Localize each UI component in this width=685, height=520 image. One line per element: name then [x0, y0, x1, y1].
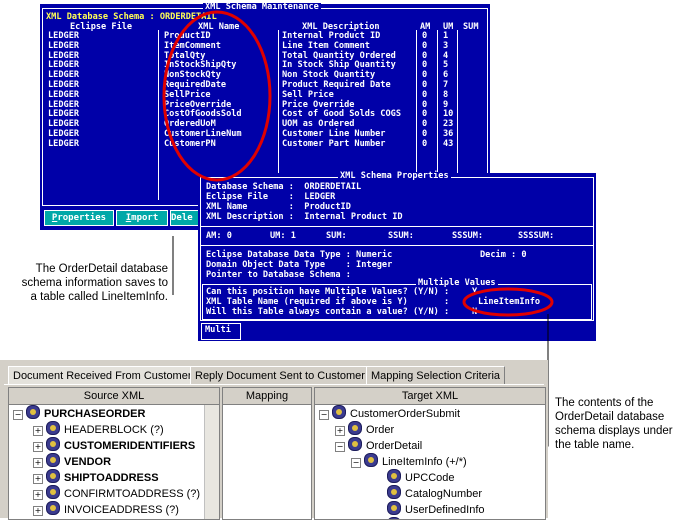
target-tree-node[interactable]: − CustomerOrderSubmit — [319, 405, 460, 421]
expand-toggle-icon[interactable]: + — [33, 442, 43, 452]
expand-toggle-icon[interactable]: − — [319, 410, 329, 420]
xml-node-icon — [348, 421, 362, 435]
xml-node-icon — [364, 453, 378, 467]
target-tree-node[interactable]: UserDefinedInfo — [387, 501, 485, 517]
expand-toggle-icon[interactable]: + — [33, 474, 43, 484]
expand-toggle-icon[interactable]: + — [33, 458, 43, 468]
expand-toggle-icon[interactable]: − — [351, 458, 361, 468]
xml-node-icon — [26, 405, 40, 419]
expand-toggle-icon[interactable]: + — [335, 426, 345, 436]
target-xml-panel[interactable]: Target XML − CustomerOrderSubmit + Order − Or… — [314, 387, 546, 520]
expand-toggle-icon[interactable]: − — [13, 410, 23, 420]
caption-right: The contents of the OrderDetail database… — [555, 397, 673, 451]
source-tree-node[interactable]: + HEADERBLOCK (?) — [33, 421, 164, 437]
xml-node-icon — [348, 437, 362, 451]
caption-left: The OrderDetail database schema informat… — [21, 263, 168, 303]
xml-node-icon — [387, 469, 401, 483]
xml-node-icon — [46, 421, 60, 435]
xml-node-icon — [387, 485, 401, 499]
expand-toggle-icon[interactable]: − — [335, 442, 345, 452]
xml-node-icon — [387, 501, 401, 515]
source-xml-header: Source XML — [9, 388, 219, 405]
tab-mapping-selection[interactable]: Mapping Selection Criteria — [366, 366, 506, 385]
target-tree-node[interactable]: − LineItemInfo (+/*) — [351, 453, 467, 469]
source-scrollbar[interactable] — [204, 405, 219, 519]
source-tree-node[interactable]: + SHIPTOADDRESS — [33, 469, 159, 485]
xml-node-icon — [46, 469, 60, 483]
tab-reply-document[interactable]: Reply Document Sent to Customer — [190, 366, 370, 385]
source-tree-node[interactable]: + INVOICEADDRESS (?) — [33, 501, 179, 517]
mapping-gui: Document Received From Customer Reply Do… — [0, 360, 548, 520]
highlight-ellipse-table-name — [462, 287, 554, 317]
source-tree-node[interactable]: − PURCHASEORDER — [13, 405, 145, 421]
tab-document-received[interactable]: Document Received From Customer — [8, 366, 197, 385]
tab-divider — [4, 384, 544, 385]
xml-node-icon — [46, 501, 60, 515]
mapping-header: Mapping — [223, 388, 311, 405]
target-tree-node[interactable]: UPCCode — [387, 469, 455, 485]
xml-node-icon — [46, 485, 60, 499]
expand-toggle-icon[interactable]: + — [33, 426, 43, 436]
target-tree-node[interactable]: − OrderDetail — [335, 437, 422, 453]
expand-toggle-icon[interactable]: + — [33, 490, 43, 500]
mapping-panel[interactable]: Mapping — [222, 387, 312, 520]
xml-node-icon — [46, 453, 60, 467]
target-tree-node[interactable]: + Order — [335, 421, 394, 437]
source-tree-node[interactable]: + CONFIRMTOADDRESS (?) — [33, 485, 200, 501]
target-tree-node[interactable]: CatalogNumber — [387, 485, 482, 501]
source-xml-panel[interactable]: Source XML − PURCHASEORDER + HEADERBLOCK (?… — [8, 387, 220, 520]
xml-node-icon — [46, 437, 60, 451]
source-tree-node[interactable]: + CUSTOMERIDENTIFIERS — [33, 437, 195, 453]
xml-node-icon — [332, 405, 346, 419]
expand-toggle-icon[interactable]: + — [33, 506, 43, 516]
highlight-ellipse-xml-names — [162, 10, 272, 182]
target-xml-header: Target XML — [315, 388, 545, 405]
source-tree-node[interactable]: + VENDOR — [33, 453, 111, 469]
